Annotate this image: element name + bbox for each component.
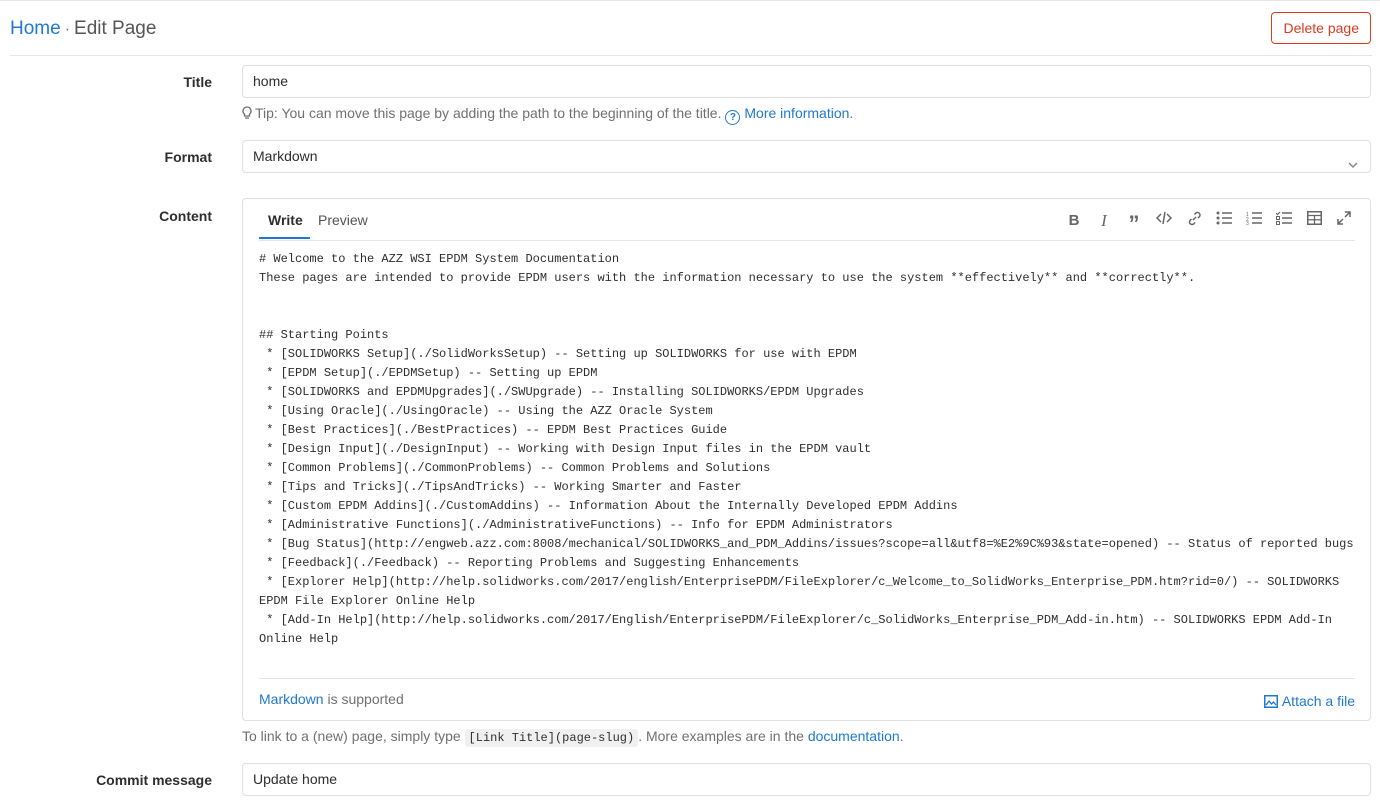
link-hint-suffix: . xyxy=(899,728,904,744)
attach-file-button[interactable]: Attach a file xyxy=(1263,693,1355,709)
top-divider xyxy=(0,0,1380,1)
page-header: Home · Edit Page Delete page xyxy=(10,12,1372,56)
commit-message-input[interactable] xyxy=(253,764,1360,794)
quote-icon[interactable]: ” xyxy=(1124,211,1144,236)
content-label: Content xyxy=(159,208,212,224)
editor-footer: Markdown is supported Attach a file xyxy=(259,678,1355,722)
lightbulb-icon xyxy=(242,106,252,123)
markdown-editor: Write Preview B I ” 123 # Welcome to the… xyxy=(242,198,1371,721)
chevron-down-icon xyxy=(1348,150,1358,181)
attach-file-label: Attach a file xyxy=(1281,693,1355,709)
commit-field-wrapper xyxy=(242,763,1371,796)
title-tip-text: Tip: You can move this page by adding th… xyxy=(255,105,722,121)
tab-write[interactable]: Write xyxy=(268,212,303,228)
breadcrumb: Home · Edit Page xyxy=(10,18,156,40)
markdown-support-suffix: is supported xyxy=(323,691,404,707)
markdown-support-note: Markdown is supported xyxy=(259,691,404,707)
question-circle-icon: ? xyxy=(725,110,741,125)
documentation-link[interactable]: documentation xyxy=(808,728,900,744)
title-tip: Tip: You can move this page by adding th… xyxy=(242,105,853,125)
table-icon[interactable] xyxy=(1304,211,1324,231)
task-list-icon[interactable] xyxy=(1274,211,1294,231)
code-icon[interactable] xyxy=(1154,211,1174,231)
link-hint-middle: . More examples are in the xyxy=(638,728,808,744)
markdown-textarea[interactable]: # Welcome to the AZZ WSI EPDM System Doc… xyxy=(259,250,1359,670)
more-information-link[interactable]: More information xyxy=(744,105,849,121)
breadcrumb-separator: · xyxy=(64,21,71,38)
commit-message-label: Commit message xyxy=(96,772,212,788)
breadcrumb-current: Edit Page xyxy=(74,18,157,39)
bold-icon[interactable]: B xyxy=(1064,211,1084,231)
link-icon[interactable] xyxy=(1184,211,1204,231)
tab-preview[interactable]: Preview xyxy=(318,212,368,228)
editor-toolbar: B I ” 123 xyxy=(1064,211,1354,236)
image-icon xyxy=(1263,695,1278,708)
format-label: Format xyxy=(164,149,212,165)
title-input[interactable] xyxy=(253,66,1360,96)
more-info-suffix: . xyxy=(849,105,854,121)
numbered-list-icon[interactable]: 123 xyxy=(1244,211,1264,231)
breadcrumb-home-link[interactable]: Home xyxy=(10,18,61,39)
title-label: Title xyxy=(183,74,212,90)
link-hint-prefix: To link to a (new) page, simply type xyxy=(242,728,465,744)
active-tab-indicator xyxy=(259,237,310,239)
svg-text:3: 3 xyxy=(1246,221,1249,225)
delete-page-button[interactable]: Delete page xyxy=(1271,12,1371,44)
format-select[interactable]: Markdown xyxy=(242,140,1371,173)
italic-icon[interactable]: I xyxy=(1094,211,1114,231)
format-select-value: Markdown xyxy=(253,148,318,164)
link-syntax-code: [Link Title](page-slug) xyxy=(464,729,639,747)
link-hint: To link to a (new) page, simply type [Li… xyxy=(242,728,904,747)
bullet-list-icon[interactable] xyxy=(1214,211,1234,231)
title-field-wrapper xyxy=(242,65,1371,98)
markdown-help-link[interactable]: Markdown xyxy=(259,691,324,707)
fullscreen-icon[interactable] xyxy=(1334,211,1354,231)
